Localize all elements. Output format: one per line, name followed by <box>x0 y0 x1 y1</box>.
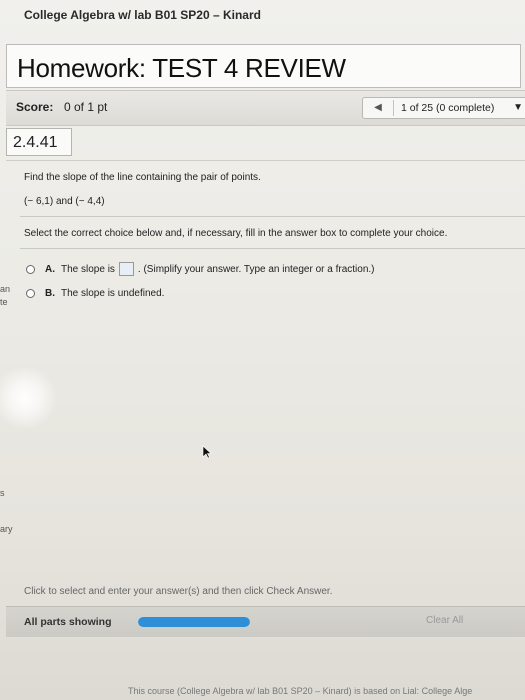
choice-a-letter: A. <box>45 263 55 275</box>
radio-button-b[interactable] <box>26 289 35 298</box>
bottom-action-bar: All parts showing Clear All <box>6 606 525 637</box>
score-label: Score: <box>16 100 54 114</box>
nav-separator <box>393 100 394 116</box>
homework-title: Homework: TEST 4 REVIEW <box>17 53 346 83</box>
question-points: (− 6,1) and (− 4,4) <box>24 196 105 207</box>
answer-instructions: Click to select and enter your answer(s)… <box>24 586 333 597</box>
side-fragment: s <box>0 488 5 498</box>
choice-a-post-text: . (Simplify your answer. Type an integer… <box>137 263 375 275</box>
side-fragment: te <box>0 297 8 307</box>
question-prompt: Find the slope of the line containing th… <box>24 172 261 183</box>
left-triangle-icon[interactable]: ◀ <box>369 101 387 115</box>
choice-b-text: The slope is undefined. <box>61 288 165 299</box>
question-number: 2.4.41 <box>13 134 58 151</box>
parts-progress-bar <box>138 617 250 627</box>
radio-button-a[interactable] <box>26 264 35 274</box>
parts-progress-fill <box>138 617 250 627</box>
choice-a[interactable]: A. The slope is . (Simplify your answer.… <box>26 262 375 276</box>
section-divider <box>6 160 525 161</box>
down-triangle-icon[interactable]: ▼ <box>513 102 523 114</box>
screen-glare <box>0 368 60 428</box>
question-instruction: Select the correct choice below and, if … <box>24 228 448 239</box>
question-position[interactable]: 1 of 25 (0 complete) <box>401 102 494 114</box>
side-fragment: ary <box>0 524 13 534</box>
course-title: College Algebra w/ lab B01 SP20 – Kinard <box>24 8 261 22</box>
all-parts-label: All parts showing <box>24 616 112 628</box>
score-value: 0 of 1 pt <box>64 100 108 114</box>
question-navigator: ◀ 1 of 25 (0 complete) ▼ <box>362 97 525 119</box>
homework-header: Homework: TEST 4 REVIEW <box>6 44 521 88</box>
question-rule <box>20 216 525 217</box>
choice-b-letter: B. <box>45 288 55 299</box>
mouse-cursor-icon <box>202 445 212 459</box>
side-fragment: an <box>0 284 11 294</box>
choice-b[interactable]: B. The slope is undefined. <box>26 288 164 299</box>
course-footer: This course (College Algebra w/ lab B01 … <box>128 686 473 696</box>
choice-a-pre-text: The slope is <box>61 263 115 275</box>
question-rule <box>20 248 525 249</box>
score-bar: Score: 0 of 1 pt ◀ 1 of 25 (0 complete) … <box>6 90 525 126</box>
slope-answer-box[interactable] <box>118 262 134 276</box>
clear-all-button[interactable]: Clear All <box>426 615 463 626</box>
question-number-box: 2.4.41 <box>6 128 72 156</box>
